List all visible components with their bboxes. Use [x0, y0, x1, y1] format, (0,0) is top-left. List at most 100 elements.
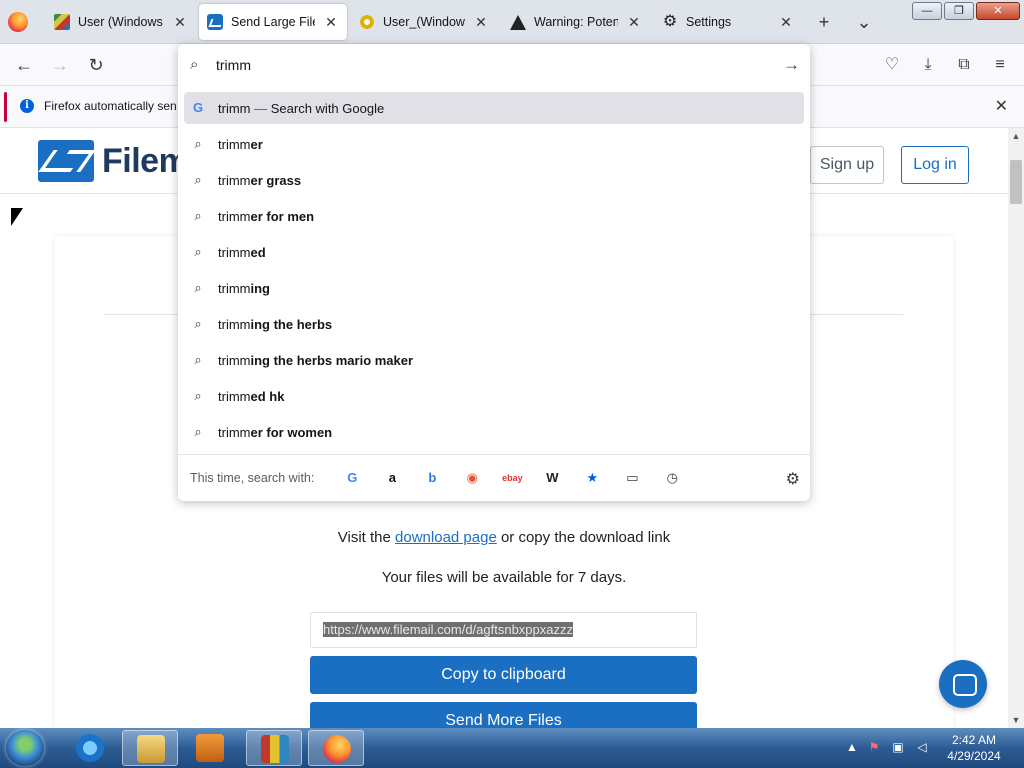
user-gear-icon	[359, 14, 375, 30]
firefox-view-icon[interactable]	[8, 12, 28, 32]
suggestion-text: trimm — Search with Google	[218, 101, 384, 116]
suggestion-item[interactable]: ⌕ trimming the herbs mario maker	[184, 344, 804, 376]
tab-warning[interactable]: Warning: Potentia ✕	[502, 4, 650, 40]
close-tab-icon[interactable]: ✕	[172, 14, 188, 31]
action-center-icon[interactable]: ⚑	[866, 740, 882, 756]
bing-engine-icon[interactable]: b	[412, 466, 452, 490]
suggestion-item[interactable]: ⌕ trimmed hk	[184, 380, 804, 412]
suggestion-item[interactable]: ⌕ trimmer for women	[184, 416, 804, 448]
new-tab-button[interactable]: +	[812, 10, 836, 34]
search-icon: ⌕	[194, 136, 202, 151]
suggestion-typed: trimm	[218, 208, 251, 224]
suggestion-item[interactable]: ⌕ trimming	[184, 272, 804, 304]
pocket-icon[interactable]: ♡	[880, 53, 904, 77]
suggestion-item[interactable]: ⌕ trimming the herbs	[184, 308, 804, 340]
close-tab-icon[interactable]: ✕	[626, 14, 642, 31]
mouse-cursor-icon	[11, 208, 23, 226]
taskbar-media-player[interactable]	[182, 730, 238, 766]
file-explorer-icon	[137, 735, 165, 763]
windows-taskbar: ▲ ⚑ ▣ ◁ 2:42 AM 4/29/2024	[0, 728, 1024, 768]
suggestion-item[interactable]: ⌕ trimmed	[184, 236, 804, 268]
show-hidden-icons-icon[interactable]: ▲	[844, 740, 860, 756]
go-arrow-icon[interactable]: →	[783, 55, 800, 75]
tab-user-windows-8[interactable]: User (Windows 8 ✕	[46, 4, 196, 40]
search-icon: ⌕	[194, 316, 202, 331]
search-icon: ⌕	[194, 424, 202, 439]
warning-icon	[510, 14, 526, 30]
separator: —	[250, 100, 271, 116]
firefox-icon	[323, 735, 351, 763]
wikipedia-engine-icon[interactable]: W	[532, 466, 572, 490]
suggestion-search-with-google[interactable]: Gtrimm — Search with Google	[184, 92, 804, 124]
close-tab-icon[interactable]: ✕	[473, 14, 489, 31]
clock-date: 4/29/2024	[947, 749, 1001, 763]
taskbar-file-explorer[interactable]	[122, 730, 178, 766]
suggestion-item[interactable]: ⌕ trimmer for men	[184, 200, 804, 232]
download-link-field[interactable]: https://www.filemail.com/d/agftsnbxppxaz…	[310, 612, 697, 648]
site-logo[interactable]: Filem	[38, 140, 189, 182]
close-tab-icon[interactable]: ✕	[778, 14, 794, 31]
user-mosaic-icon	[54, 14, 70, 30]
duckduckgo-engine-icon[interactable]: ◉	[452, 466, 492, 490]
suggestion-item[interactable]: ⌕ trimmer	[184, 128, 804, 160]
network-icon[interactable]: ▣	[890, 740, 906, 756]
search-icon: ⌕	[194, 352, 202, 367]
suggestion-item[interactable]: ⌕ trimmer grass	[184, 164, 804, 196]
search-settings-gear-icon[interactable]: ⚙	[786, 469, 800, 489]
ebay-engine-icon[interactable]: ebay	[492, 466, 532, 490]
login-button[interactable]: Log in	[901, 146, 969, 184]
scroll-up-icon[interactable]: ▲	[1008, 128, 1024, 144]
scroll-thumb[interactable]	[1010, 160, 1022, 204]
download-page-link[interactable]: download page	[395, 529, 497, 546]
address-input[interactable]	[216, 56, 736, 74]
close-tab-icon[interactable]: ✕	[323, 14, 339, 31]
search-icon: ⌕	[190, 56, 199, 73]
chat-icon[interactable]	[939, 660, 987, 708]
suggestion-typed: trimm	[218, 136, 251, 152]
amazon-engine-icon[interactable]: a	[372, 466, 412, 490]
suggestion-typed: trimm	[218, 100, 251, 116]
forward-button[interactable]: →	[48, 53, 72, 77]
minimize-button[interactable]: —	[912, 2, 942, 20]
volume-muted-icon[interactable]: ◁	[914, 740, 930, 756]
system-clock[interactable]: 2:42 AM 4/29/2024	[934, 732, 1014, 764]
tab-send-large-files[interactable]: Send Large Files F ✕	[199, 4, 347, 40]
taskbar-firefox[interactable]	[308, 730, 364, 766]
close-icon[interactable]: ✕	[995, 96, 1008, 116]
tab-title: User (Windows 8	[78, 15, 164, 29]
bookmarks-engine-icon[interactable]: ★	[572, 466, 612, 490]
history-engine-icon[interactable]: ◷	[652, 466, 692, 490]
google-icon: G	[192, 100, 204, 115]
suggestion-typed: trimm	[218, 352, 251, 368]
suggestion-text: trimming the herbs	[218, 317, 332, 332]
start-button[interactable]	[6, 730, 44, 766]
copy-to-clipboard-button[interactable]: Copy to clipboard	[310, 656, 697, 694]
suggestion-text: trimming	[218, 281, 270, 296]
suggestion-completion: ed	[250, 244, 266, 260]
page-scrollbar[interactable]: ▲ ▼	[1008, 128, 1024, 728]
scroll-down-icon[interactable]: ▼	[1008, 712, 1024, 728]
downloads-icon[interactable]: ⤓	[916, 53, 940, 77]
extensions-icon[interactable]: ⧉	[952, 53, 976, 77]
address-bar-dropdown: ⌕ → Gtrimm — Search with Google⌕trimmer⌕…	[178, 44, 810, 501]
search-icon: ⌕	[194, 208, 202, 223]
maximize-button[interactable]: ❐	[944, 2, 974, 20]
visit-suffix: or copy the download link	[496, 529, 671, 546]
suggestion-completion: ing the herbs	[250, 316, 333, 332]
one-off-search-bar: This time, search with: Ga b ◉ ebay W ★ ▭ ◷ ⚙	[178, 454, 810, 501]
tab-settings[interactable]: ⚙ Settings ✕	[654, 4, 802, 40]
close-window-button[interactable]: ✕	[976, 2, 1020, 20]
reload-button[interactable]: ↻	[84, 53, 108, 77]
internet-explorer-icon	[76, 734, 104, 762]
back-button[interactable]: ←	[12, 53, 36, 77]
list-all-tabs-button[interactable]: ⌄	[852, 10, 876, 34]
signup-button[interactable]: Sign up	[810, 146, 884, 184]
google-engine-icon[interactable]: G	[332, 466, 372, 490]
tab-user-windows-8-b[interactable]: User_(Windows_8 ✕	[351, 4, 497, 40]
taskbar-winrar[interactable]	[246, 730, 302, 766]
suggestion-typed: trimm	[218, 244, 251, 260]
menu-icon[interactable]: ≡	[988, 53, 1012, 77]
tabs-engine-icon[interactable]: ▭	[612, 466, 652, 490]
send-more-files-button[interactable]: Send More Files	[310, 702, 697, 728]
taskbar-internet-explorer[interactable]	[62, 730, 118, 766]
